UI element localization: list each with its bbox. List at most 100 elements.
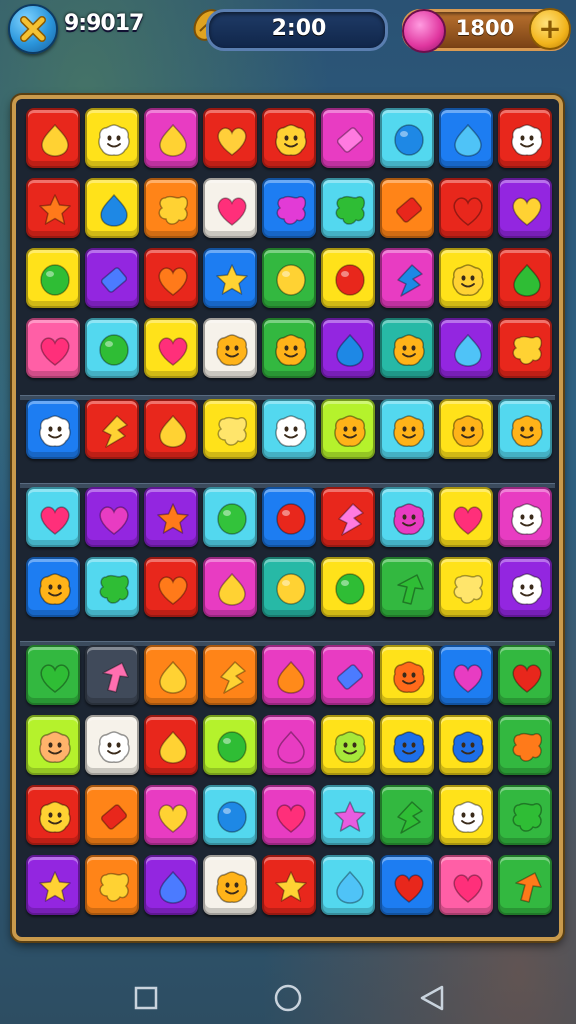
tile-green-blob[interactable] (498, 715, 552, 775)
tile-orange-blob[interactable] (144, 178, 198, 238)
tile-red-heart[interactable] (439, 178, 493, 238)
tile-red-bolt[interactable] (85, 399, 139, 459)
tile-yellow-face[interactable] (380, 645, 434, 705)
tile-red-star[interactable] (262, 855, 316, 915)
tile-purple-face[interactable] (498, 557, 552, 617)
tile-blue-blob[interactable] (262, 178, 316, 238)
tile-dark-arrow[interactable] (85, 645, 139, 705)
tile-orange-rect[interactable] (85, 785, 139, 845)
tile-red-face[interactable] (498, 108, 552, 168)
tile-white-heart[interactable] (203, 178, 257, 238)
tile-blue-heart[interactable] (439, 645, 493, 705)
tile-yellow-face[interactable] (439, 399, 493, 459)
tile-magenta-rect[interactable] (321, 645, 375, 705)
tile-pink-heart[interactable] (439, 855, 493, 915)
tile-red-heart[interactable] (144, 557, 198, 617)
add-currency-button[interactable]: + (529, 8, 571, 50)
tile-cyan-blob[interactable] (321, 178, 375, 238)
tile-orange-rect[interactable] (380, 178, 434, 238)
tile-lime-face[interactable] (321, 399, 375, 459)
tile-magenta-face[interactable] (498, 487, 552, 547)
home-button[interactable] (270, 980, 306, 1016)
tile-magenta-rect[interactable] (321, 108, 375, 168)
tile-orange-blob[interactable] (85, 855, 139, 915)
tile-cyan-star[interactable] (321, 785, 375, 845)
tile-yellow-face[interactable] (380, 715, 434, 775)
tile-yellow-drop[interactable] (85, 178, 139, 238)
tile-cyan-circle[interactable] (203, 785, 257, 845)
tile-cyan-face[interactable] (262, 399, 316, 459)
tile-green-face[interactable] (262, 318, 316, 378)
tile-blue-heart[interactable] (380, 855, 434, 915)
tile-blue-circle[interactable] (262, 487, 316, 547)
tile-cyan-circle[interactable] (380, 108, 434, 168)
close-button[interactable] (8, 4, 58, 54)
tile-green-heart[interactable] (26, 645, 80, 705)
tile-orange-drop[interactable] (144, 645, 198, 705)
back-button[interactable] (414, 980, 450, 1016)
tile-purple-drop[interactable] (144, 855, 198, 915)
tile-blue-face[interactable] (26, 399, 80, 459)
tile-magenta-heart[interactable] (144, 785, 198, 845)
tile-red-star[interactable] (26, 178, 80, 238)
tile-yellow-heart[interactable] (439, 487, 493, 547)
tile-purple-star[interactable] (144, 487, 198, 547)
tile-teal-face[interactable] (380, 318, 434, 378)
tile-orange-bolt[interactable] (203, 645, 257, 705)
tile-cyan-blob[interactable] (85, 557, 139, 617)
tile-yellow-circle[interactable] (321, 248, 375, 308)
tile-cyan-heart[interactable] (26, 487, 80, 547)
tile-yellow-blob[interactable] (203, 399, 257, 459)
tile-white-face[interactable] (85, 715, 139, 775)
tile-red-blob[interactable] (498, 318, 552, 378)
tile-green-arrow[interactable] (380, 557, 434, 617)
tile-yellow-heart[interactable] (144, 318, 198, 378)
tile-green-heart[interactable] (498, 645, 552, 705)
tile-red-drop[interactable] (26, 108, 80, 168)
tile-blue-face[interactable] (26, 557, 80, 617)
tile-blue-star[interactable] (203, 248, 257, 308)
tile-yellow-circle[interactable] (321, 557, 375, 617)
tile-yellow-face[interactable] (439, 785, 493, 845)
tile-green-bolt[interactable] (380, 785, 434, 845)
tile-purple-star[interactable] (26, 855, 80, 915)
tile-red-heart[interactable] (203, 108, 257, 168)
tile-magenta-drop[interactable] (262, 645, 316, 705)
tile-white-face[interactable] (203, 318, 257, 378)
tile-lime-face[interactable] (26, 715, 80, 775)
tile-purple-drop[interactable] (321, 318, 375, 378)
tile-cyan-face[interactable] (498, 399, 552, 459)
tile-green-circle[interactable] (262, 248, 316, 308)
tile-magenta-bolt[interactable] (380, 248, 434, 308)
tile-green-blob[interactable] (498, 785, 552, 845)
tile-yellow-blob[interactable] (439, 557, 493, 617)
tile-red-drop[interactable] (144, 399, 198, 459)
tile-yellow-face[interactable] (439, 715, 493, 775)
tile-purple-heart[interactable] (498, 178, 552, 238)
tile-lime-circle[interactable] (203, 715, 257, 775)
tile-red-heart[interactable] (144, 248, 198, 308)
tile-white-face[interactable] (203, 855, 257, 915)
tile-yellow-face[interactable] (85, 108, 139, 168)
tile-purple-heart[interactable] (85, 487, 139, 547)
tile-teal-circle[interactable] (262, 557, 316, 617)
tile-purple-rect[interactable] (85, 248, 139, 308)
tile-red-bolt[interactable] (321, 487, 375, 547)
tile-purple-drop[interactable] (439, 318, 493, 378)
tile-cyan-circle[interactable] (203, 487, 257, 547)
tile-red-drop[interactable] (498, 248, 552, 308)
tile-red-face[interactable] (262, 108, 316, 168)
tile-cyan-circle[interactable] (85, 318, 139, 378)
tile-pink-heart[interactable] (26, 318, 80, 378)
tile-blue-drop[interactable] (439, 108, 493, 168)
tile-magenta-heart[interactable] (262, 785, 316, 845)
tile-magenta-drop[interactable] (144, 108, 198, 168)
tile-yellow-face[interactable] (439, 248, 493, 308)
tile-yellow-face[interactable] (321, 715, 375, 775)
tile-cyan-face[interactable] (380, 487, 434, 547)
tile-magenta-drop[interactable] (203, 557, 257, 617)
tile-green-arrow[interactable] (498, 855, 552, 915)
tile-red-face[interactable] (26, 785, 80, 845)
tile-magenta-drop[interactable] (262, 715, 316, 775)
tile-cyan-drop[interactable] (321, 855, 375, 915)
